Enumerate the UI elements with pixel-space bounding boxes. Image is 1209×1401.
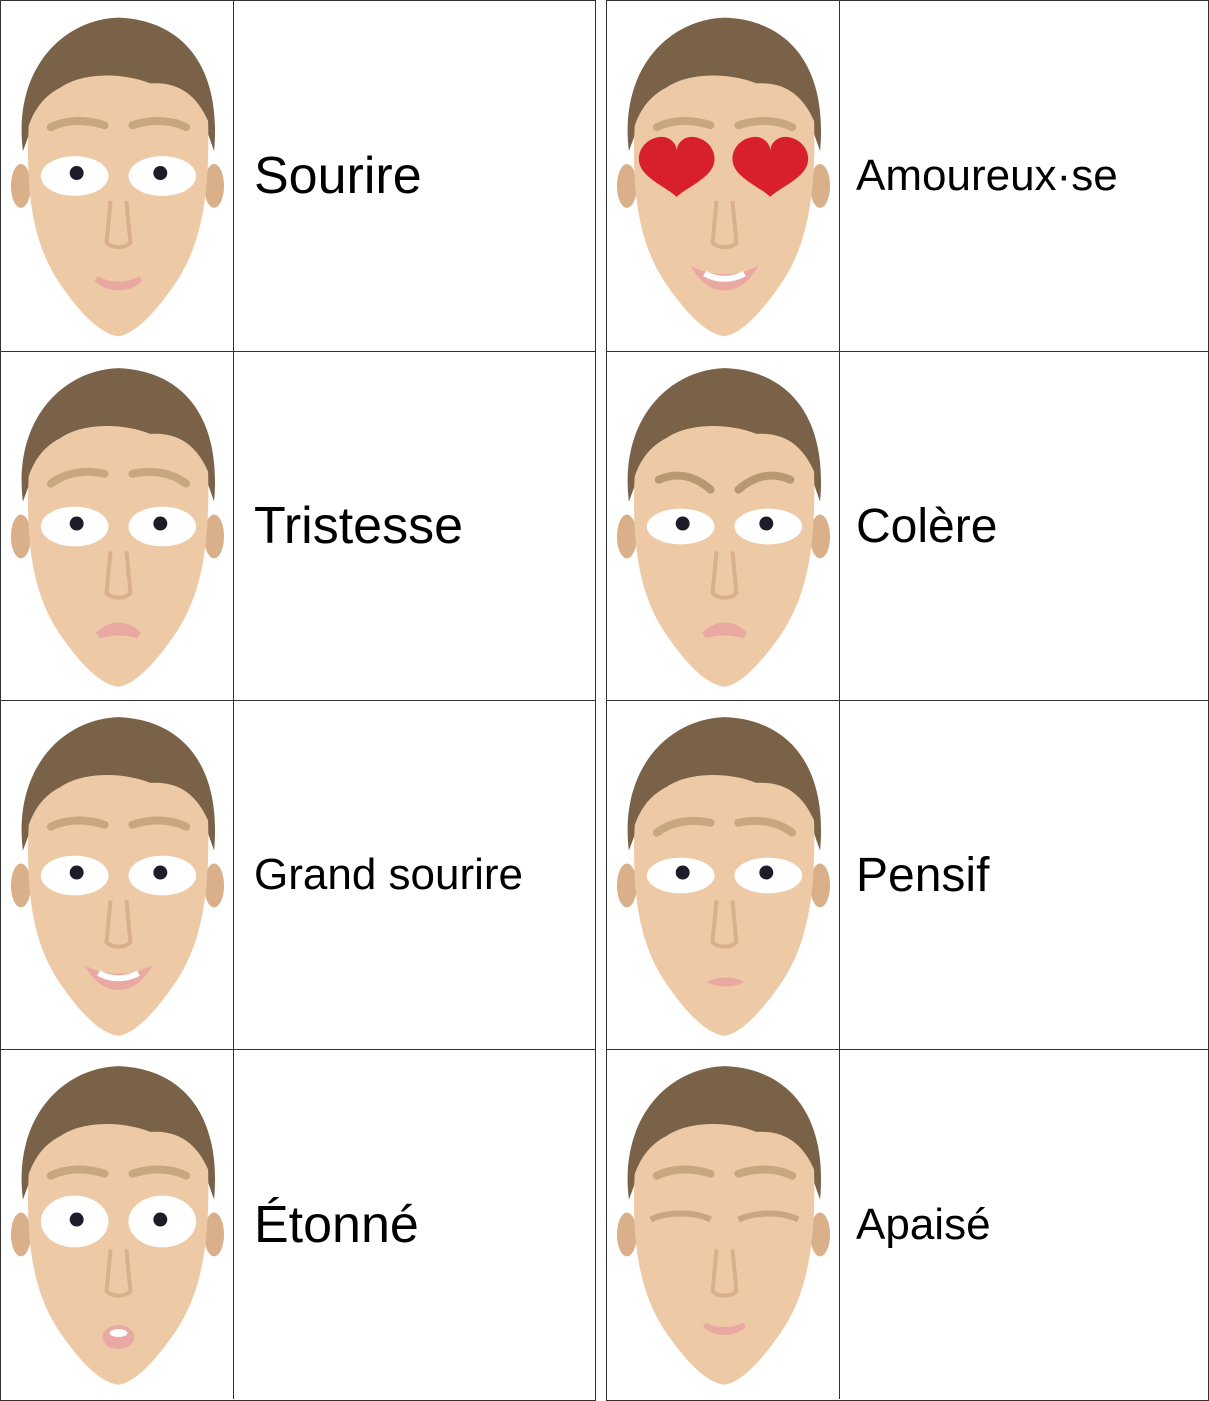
face-smile-cell: [1, 1, 234, 351]
label-cell: Amoureux·se: [840, 1, 1208, 351]
face-pensive-cell: [607, 701, 840, 1049]
expression-row: Colère: [607, 351, 1208, 700]
expression-table-right: Amoureux·se Colère Pensif Apaisé: [606, 0, 1209, 1401]
label-cell: Tristesse: [234, 352, 595, 700]
expression-label: Tristesse: [254, 497, 463, 555]
expression-label: Grand sourire: [254, 850, 524, 899]
face-surprised-image: [10, 1066, 225, 1385]
face-angry-cell: [607, 352, 840, 700]
expression-label: Pensif: [856, 848, 990, 902]
face-big-smile-image: [10, 717, 225, 1036]
face-calm-image: [616, 1066, 831, 1385]
expression-label: Colère: [856, 499, 998, 553]
face-smile-image: [10, 17, 225, 337]
expression-table-left: Sourire Tristesse Grand sourire Étonné: [0, 0, 596, 1401]
label-cell: Colère: [840, 352, 1208, 700]
face-sad-cell: [1, 352, 234, 700]
expression-label: Étonné: [254, 1195, 419, 1254]
face-pensive-image: [616, 717, 831, 1036]
expression-label: Sourire: [254, 147, 422, 205]
expression-row: Grand sourire: [1, 700, 595, 1049]
face-in-love-cell: [607, 1, 840, 351]
label-cell: Apaisé: [840, 1050, 1208, 1399]
expression-row: Étonné: [1, 1049, 595, 1399]
expression-row: Apaisé: [607, 1049, 1208, 1399]
face-calm-cell: [607, 1050, 840, 1399]
label-cell: Étonné: [234, 1050, 595, 1399]
expression-row: Amoureux·se: [607, 1, 1208, 351]
expression-row: Tristesse: [1, 351, 595, 700]
face-big-smile-cell: [1, 701, 234, 1049]
expression-label: Apaisé: [856, 1199, 991, 1249]
face-surprised-cell: [1, 1050, 234, 1399]
label-cell: Sourire: [234, 1, 595, 351]
expression-label: Amoureux·se: [856, 151, 1118, 200]
expression-row: Pensif: [607, 700, 1208, 1049]
face-angry-image: [616, 368, 831, 687]
label-cell: Grand sourire: [234, 701, 595, 1049]
face-sad-image: [10, 368, 225, 687]
label-cell: Pensif: [840, 701, 1208, 1049]
expression-row: Sourire: [1, 1, 595, 351]
face-in-love-image: [616, 17, 831, 337]
